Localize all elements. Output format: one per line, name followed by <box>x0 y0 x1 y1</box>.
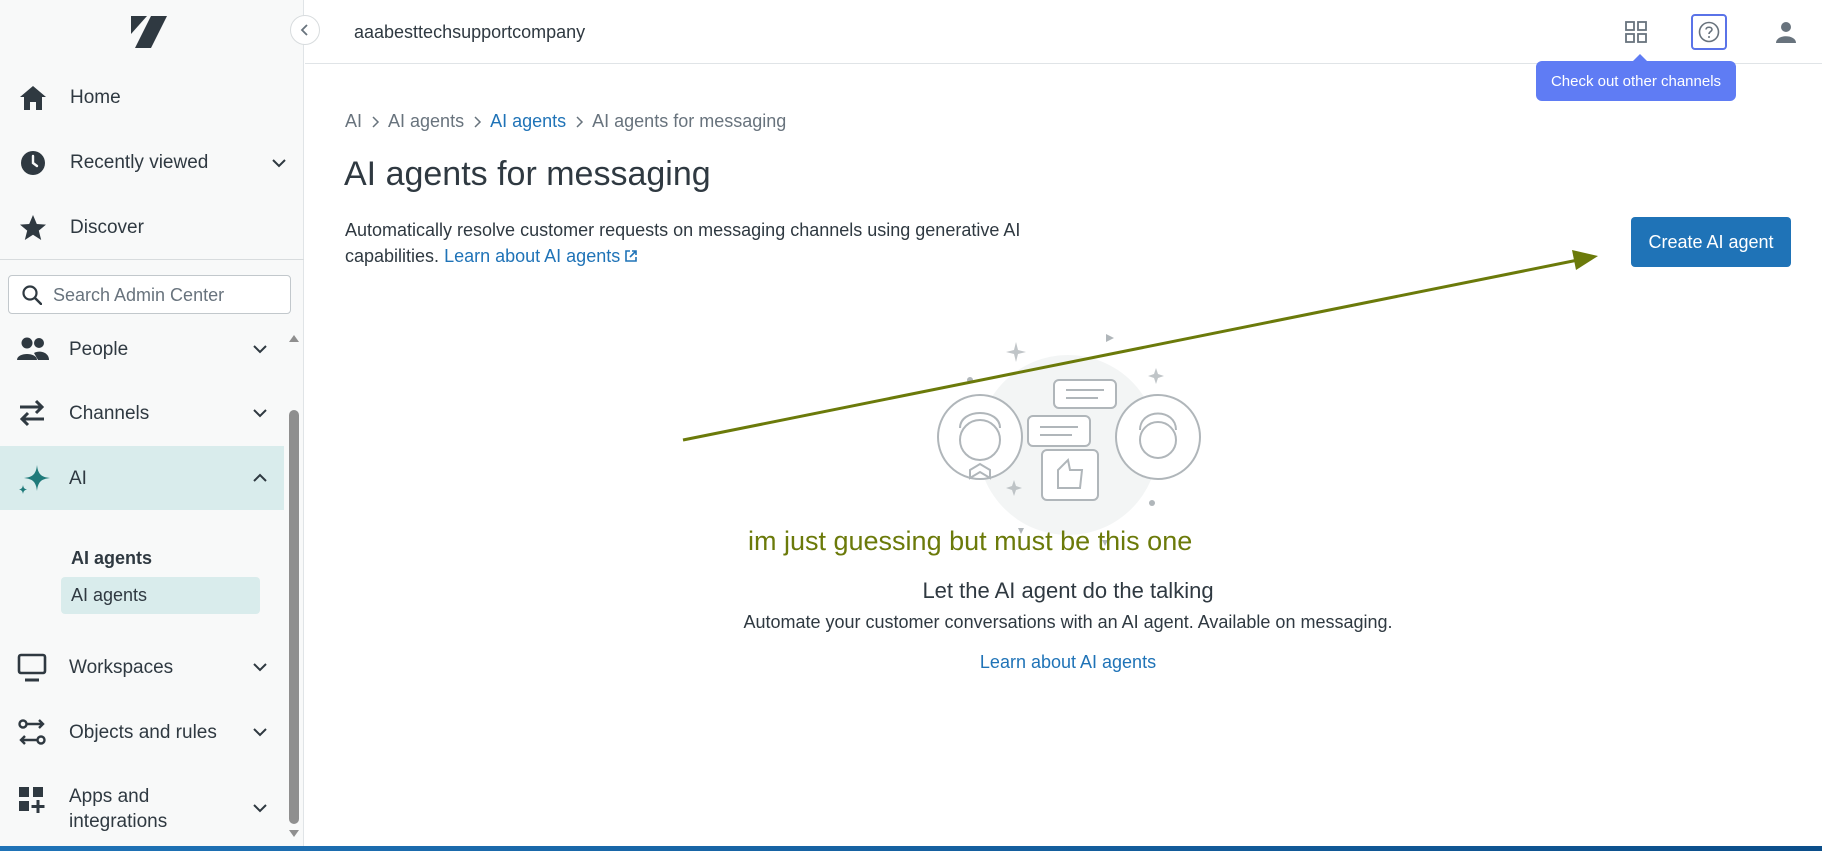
apps-plus-icon <box>17 785 47 815</box>
breadcrumb-link[interactable]: AI agents <box>490 111 566 132</box>
bottom-bar <box>0 846 1822 851</box>
sidebar-item-people[interactable]: People <box>0 317 284 381</box>
search-input[interactable] <box>53 283 283 307</box>
external-link-icon <box>625 250 638 262</box>
empty-state-title: Let the AI agent do the talking <box>922 578 1214 603</box>
sidebar-item-label: Channels <box>69 403 150 424</box>
sidebar-item-label: Home <box>70 87 121 108</box>
sidebar-item-label: integrations <box>69 811 168 832</box>
chevron-up-icon[interactable] <box>251 469 269 487</box>
chevron-right-icon <box>372 115 380 128</box>
account-name: aaabesttechsupportcompany <box>354 22 586 42</box>
sidebar-item-home[interactable]: Home <box>0 69 304 127</box>
breadcrumb-current: AI agents for messaging <box>592 111 787 131</box>
sidebar-item-label: AI <box>69 468 87 489</box>
apps-grid-button[interactable] <box>1618 14 1654 50</box>
sidebar-item-label-wrap: Apps and integrations <box>69 784 167 834</box>
ai-agents-section-heading: AI agents <box>71 548 153 568</box>
learn-about-ai-agents-link[interactable]: Learn about AI agents <box>444 246 638 266</box>
scroll-up-arrow-icon[interactable] <box>288 333 300 343</box>
sidebar-item-channels[interactable]: Channels <box>0 381 284 445</box>
chevron-down-icon[interactable] <box>270 154 288 172</box>
ai-agent-conversation-illustration <box>937 334 1201 546</box>
user-profile-button[interactable] <box>1768 14 1804 50</box>
home-icon <box>18 83 48 113</box>
sparkle-icon <box>17 463 50 494</box>
sidebar-item-discover[interactable]: Discover <box>0 199 304 257</box>
chevron-down-icon[interactable] <box>251 340 269 358</box>
breadcrumb-item[interactable]: AI <box>345 111 362 132</box>
sidebar-item-label: People <box>69 339 129 360</box>
top-header: aaabesttechsupportcompany <box>305 0 1822 64</box>
star-icon <box>18 213 48 243</box>
clock-icon <box>18 148 48 178</box>
breadcrumb-item[interactable]: AI agents <box>388 111 464 132</box>
page-description: Automatically resolve customer requests … <box>345 217 1025 269</box>
channels-icon <box>17 398 47 428</box>
chevron-right-icon <box>474 115 482 128</box>
help-icon <box>1698 21 1720 43</box>
chevron-down-icon[interactable] <box>251 404 269 422</box>
help-button[interactable] <box>1691 14 1727 50</box>
page-title: AI agents for messaging <box>344 155 711 193</box>
breadcrumb: AI AI agents AI agents AI agents for mes… <box>345 111 786 132</box>
sidebar: Home Recently viewed Discover People Cha… <box>0 0 304 851</box>
objects-icon <box>17 717 47 747</box>
sidebar-item-recently-viewed[interactable]: Recently viewed <box>0 134 304 192</box>
scroll-down-arrow-icon[interactable] <box>288 829 300 839</box>
user-icon <box>1776 22 1796 43</box>
empty-state-learn-link[interactable]: Learn about AI agents <box>0 652 1822 673</box>
admin-search[interactable] <box>8 275 291 314</box>
chevron-down-icon[interactable] <box>251 723 269 741</box>
sidebar-item-objects-and-rules[interactable]: Objects and rules <box>0 700 284 764</box>
sidebar-item-apps-and-integrations[interactable]: Apps and integrations <box>0 775 284 843</box>
sidebar-item-ai[interactable]: AI <box>0 446 284 510</box>
collapse-sidebar-button[interactable] <box>290 15 320 45</box>
sidebar-item-label: Discover <box>70 217 144 238</box>
divider <box>0 259 304 260</box>
channels-tooltip: Check out other channels <box>1536 54 1736 101</box>
people-icon <box>17 334 49 364</box>
link-text: Learn about AI agents <box>444 246 621 266</box>
zendesk-logo-icon[interactable] <box>131 16 167 48</box>
search-icon <box>22 285 42 305</box>
sidebar-item-label: Recently viewed <box>70 152 209 173</box>
sidebar-item-label: Objects and rules <box>69 722 217 743</box>
sidebar-item-label: Apps and <box>69 786 150 807</box>
annotation-text: im just guessing but must be this one <box>748 526 1193 556</box>
chevron-down-icon[interactable] <box>251 799 269 817</box>
create-ai-agent-button[interactable]: Create AI agent <box>1631 217 1791 267</box>
chevron-left-icon <box>300 24 308 36</box>
empty-state-description: Automate your customer conversations wit… <box>743 612 1393 632</box>
chevron-right-icon <box>576 115 584 128</box>
apps-grid-icon <box>1625 21 1647 43</box>
